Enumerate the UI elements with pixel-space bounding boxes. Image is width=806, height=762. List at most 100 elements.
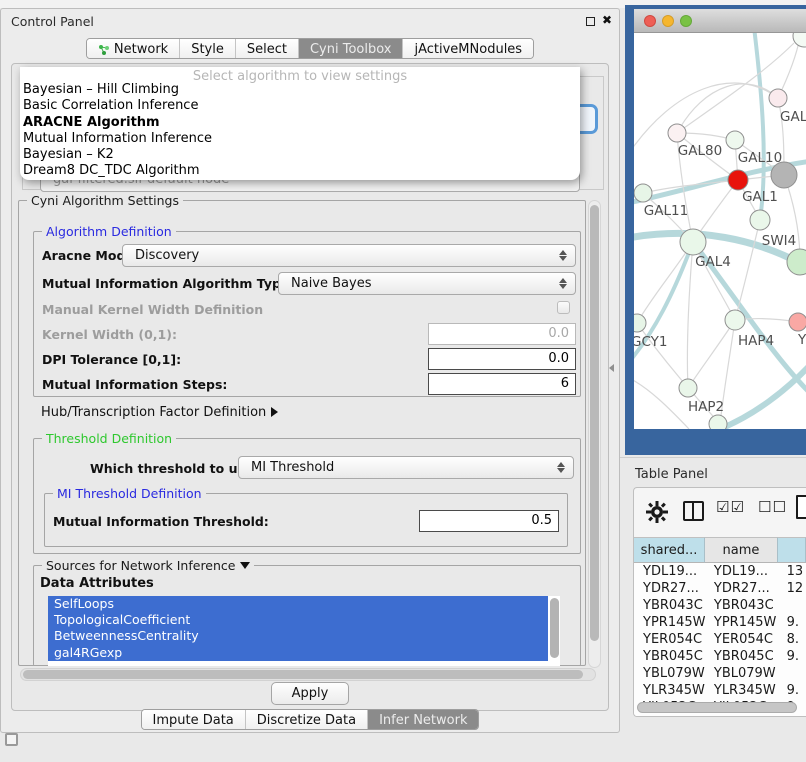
mac-zoom-icon[interactable] bbox=[680, 15, 692, 27]
node-HAP2[interactable] bbox=[679, 379, 697, 397]
mi-threshold-field[interactable]: 0.5 bbox=[419, 510, 559, 532]
hub-definition-expander[interactable]: Hub/Transcription Factor Definition bbox=[41, 405, 278, 420]
attribute-item[interactable]: BetweennessCentrality bbox=[48, 628, 548, 644]
table-row[interactable]: YER054CYER054C8. bbox=[634, 631, 806, 648]
aracne-mode-value: Discovery bbox=[135, 248, 199, 263]
column-header[interactable]: name bbox=[705, 537, 778, 563]
columns-icon[interactable] bbox=[683, 501, 704, 521]
algorithm-dropdown-popup: Select algorithm to view settings Bayesi… bbox=[20, 67, 580, 180]
mi-steps-field[interactable]: 6 bbox=[428, 373, 576, 395]
unchecked-boxes-icon[interactable]: ☐☐ bbox=[758, 498, 787, 516]
node-top-partial[interactable] bbox=[793, 33, 806, 47]
node-Y-pink[interactable] bbox=[789, 313, 806, 331]
node-GAL80[interactable] bbox=[668, 124, 686, 142]
splitpane-handle-icon[interactable] bbox=[609, 364, 614, 372]
float-window-icon[interactable] bbox=[586, 17, 595, 26]
node-label-GAL7: GAL7 bbox=[780, 109, 806, 125]
tab-jactivemnodules[interactable]: jActiveMNodules bbox=[402, 39, 533, 58]
which-threshold-combo[interactable]: MI Threshold bbox=[238, 456, 574, 479]
which-threshold-label: Which threshold to use: bbox=[90, 461, 258, 476]
mac-close-icon[interactable] bbox=[644, 15, 656, 27]
node-HAP4[interactable] bbox=[725, 310, 745, 330]
column-header[interactable]: shared... bbox=[634, 537, 705, 563]
table-row[interactable]: YDR27...YDR27...12 bbox=[634, 580, 806, 597]
list-scrollbar[interactable] bbox=[550, 598, 559, 658]
algorithm-option[interactable]: Basic Correlation Inference bbox=[20, 98, 580, 114]
table-row[interactable]: YLR345WYLR345W9. bbox=[634, 682, 806, 699]
node-GCY1[interactable] bbox=[634, 314, 646, 332]
which-threshold-value: MI Threshold bbox=[251, 460, 334, 475]
data-attributes-label: Data Attributes bbox=[40, 576, 154, 591]
tab-discretize-data[interactable]: Discretize Data bbox=[245, 710, 367, 729]
node-GAL10[interactable] bbox=[726, 131, 744, 149]
table-cell: YBR045C bbox=[705, 648, 778, 665]
close-icon[interactable]: ✖ bbox=[602, 13, 612, 27]
table-cell: 8. bbox=[778, 631, 806, 648]
scrollbar-thumb[interactable] bbox=[590, 205, 599, 641]
node-GAL11[interactable] bbox=[634, 184, 652, 202]
tab-label: Select bbox=[247, 42, 287, 57]
node-label-Y-pink: Y bbox=[797, 332, 806, 348]
algorithm-option[interactable]: Mutual Information Inference bbox=[20, 131, 580, 147]
algorithm-option[interactable]: Dream8 DC_TDC Algorithm bbox=[20, 163, 580, 179]
hub-definition-label: Hub/Transcription Factor Definition bbox=[41, 405, 266, 420]
tab-select[interactable]: Select bbox=[235, 39, 298, 58]
table-cell: 9. bbox=[778, 648, 806, 665]
node-right-green[interactable] bbox=[787, 249, 806, 275]
mac-minimize-icon[interactable] bbox=[662, 15, 674, 27]
mi-type-combo[interactable]: Naive Bayes bbox=[278, 272, 576, 295]
combo-arrows-icon bbox=[559, 249, 567, 262]
cyni-settings-group-title: Cyni Algorithm Settings bbox=[27, 193, 183, 208]
tab-infer-network[interactable]: Infer Network bbox=[367, 710, 478, 729]
table-cell: 13 bbox=[778, 563, 806, 580]
table-horizontal-scrollbar[interactable] bbox=[637, 702, 797, 713]
manual-kernel-checkbox[interactable] bbox=[557, 301, 570, 314]
checked-boxes-icon[interactable]: ☑☑ bbox=[716, 498, 745, 516]
aracne-mode-combo[interactable]: Discovery bbox=[122, 244, 576, 267]
table-cell: YBR045C bbox=[634, 648, 705, 665]
column-header[interactable] bbox=[778, 537, 806, 563]
bottom-tab-bar: Impute DataDiscretize DataInfer Network bbox=[1, 709, 619, 730]
attribute-item[interactable]: TopologicalCoefficient bbox=[48, 612, 548, 628]
dock-restore-icon[interactable] bbox=[5, 733, 18, 746]
network-window-titlebar[interactable] bbox=[634, 9, 806, 33]
settings-vertical-scrollbar[interactable] bbox=[588, 200, 601, 668]
dropdown-placeholder: Select algorithm to view settings bbox=[20, 67, 580, 82]
apply-button[interactable]: Apply bbox=[271, 682, 349, 705]
algorithm-option[interactable]: Bayesian – Hill Climbing bbox=[20, 82, 580, 98]
scrollbar-thumb[interactable] bbox=[23, 670, 583, 679]
node-bottom-node[interactable] bbox=[709, 415, 727, 429]
attribute-item[interactable]: gal4RGexp bbox=[48, 645, 548, 661]
table-panel: Table Panel ☑☑ ☐☐ bbox=[620, 457, 806, 762]
table-cell: YPR145W bbox=[705, 614, 778, 631]
settings-horizontal-scrollbar[interactable] bbox=[20, 668, 596, 681]
node-GAL1[interactable] bbox=[728, 170, 748, 190]
node-GAL7[interactable] bbox=[769, 89, 787, 107]
tab-style[interactable]: Style bbox=[179, 39, 235, 58]
data-attributes-list[interactable]: SelfLoopsTopologicalCoefficientBetweenne… bbox=[48, 596, 560, 666]
gear-icon[interactable] bbox=[646, 501, 668, 523]
node-SWI4[interactable] bbox=[750, 210, 770, 230]
node-label-HAP2: HAP2 bbox=[688, 399, 724, 415]
table-row[interactable]: YPR145WYPR145W9. bbox=[634, 614, 806, 631]
tab-cyni-toolbox[interactable]: Cyni Toolbox bbox=[298, 39, 403, 58]
document-icon[interactable] bbox=[796, 495, 806, 519]
attribute-item[interactable]: SelfLoops bbox=[48, 596, 548, 612]
algorithm-option[interactable]: Bayesian – K2 bbox=[20, 147, 580, 163]
node-label-GAL4: GAL4 bbox=[695, 254, 731, 270]
dpi-tolerance-field[interactable]: 0.0 bbox=[428, 348, 576, 370]
table-row[interactable]: YDL19...YDL19...13 bbox=[634, 563, 806, 580]
tab-network[interactable]: Network bbox=[87, 39, 179, 58]
table-row[interactable]: YBL079WYBL079W bbox=[634, 665, 806, 682]
kernel-width-field[interactable]: 0.0 bbox=[428, 323, 576, 345]
network-canvas[interactable]: GAL7GAL80GAL10GAL1GAL11SWI4GAL4GCY1HAP4Y… bbox=[634, 33, 806, 429]
table-row[interactable]: YBR043CYBR043C bbox=[634, 597, 806, 614]
algorithm-option[interactable]: ARACNE Algorithm bbox=[20, 115, 580, 131]
table-cell: YBL079W bbox=[634, 665, 705, 682]
control-panel-titlebar[interactable]: Control Panel ✖ bbox=[1, 9, 619, 35]
collapse-down-icon[interactable] bbox=[240, 562, 250, 569]
table-row[interactable]: YBR045CYBR045C9. bbox=[634, 648, 806, 665]
node-GAL4[interactable] bbox=[680, 229, 706, 255]
table-cell bbox=[778, 597, 806, 614]
tab-impute-data[interactable]: Impute Data bbox=[142, 710, 245, 729]
